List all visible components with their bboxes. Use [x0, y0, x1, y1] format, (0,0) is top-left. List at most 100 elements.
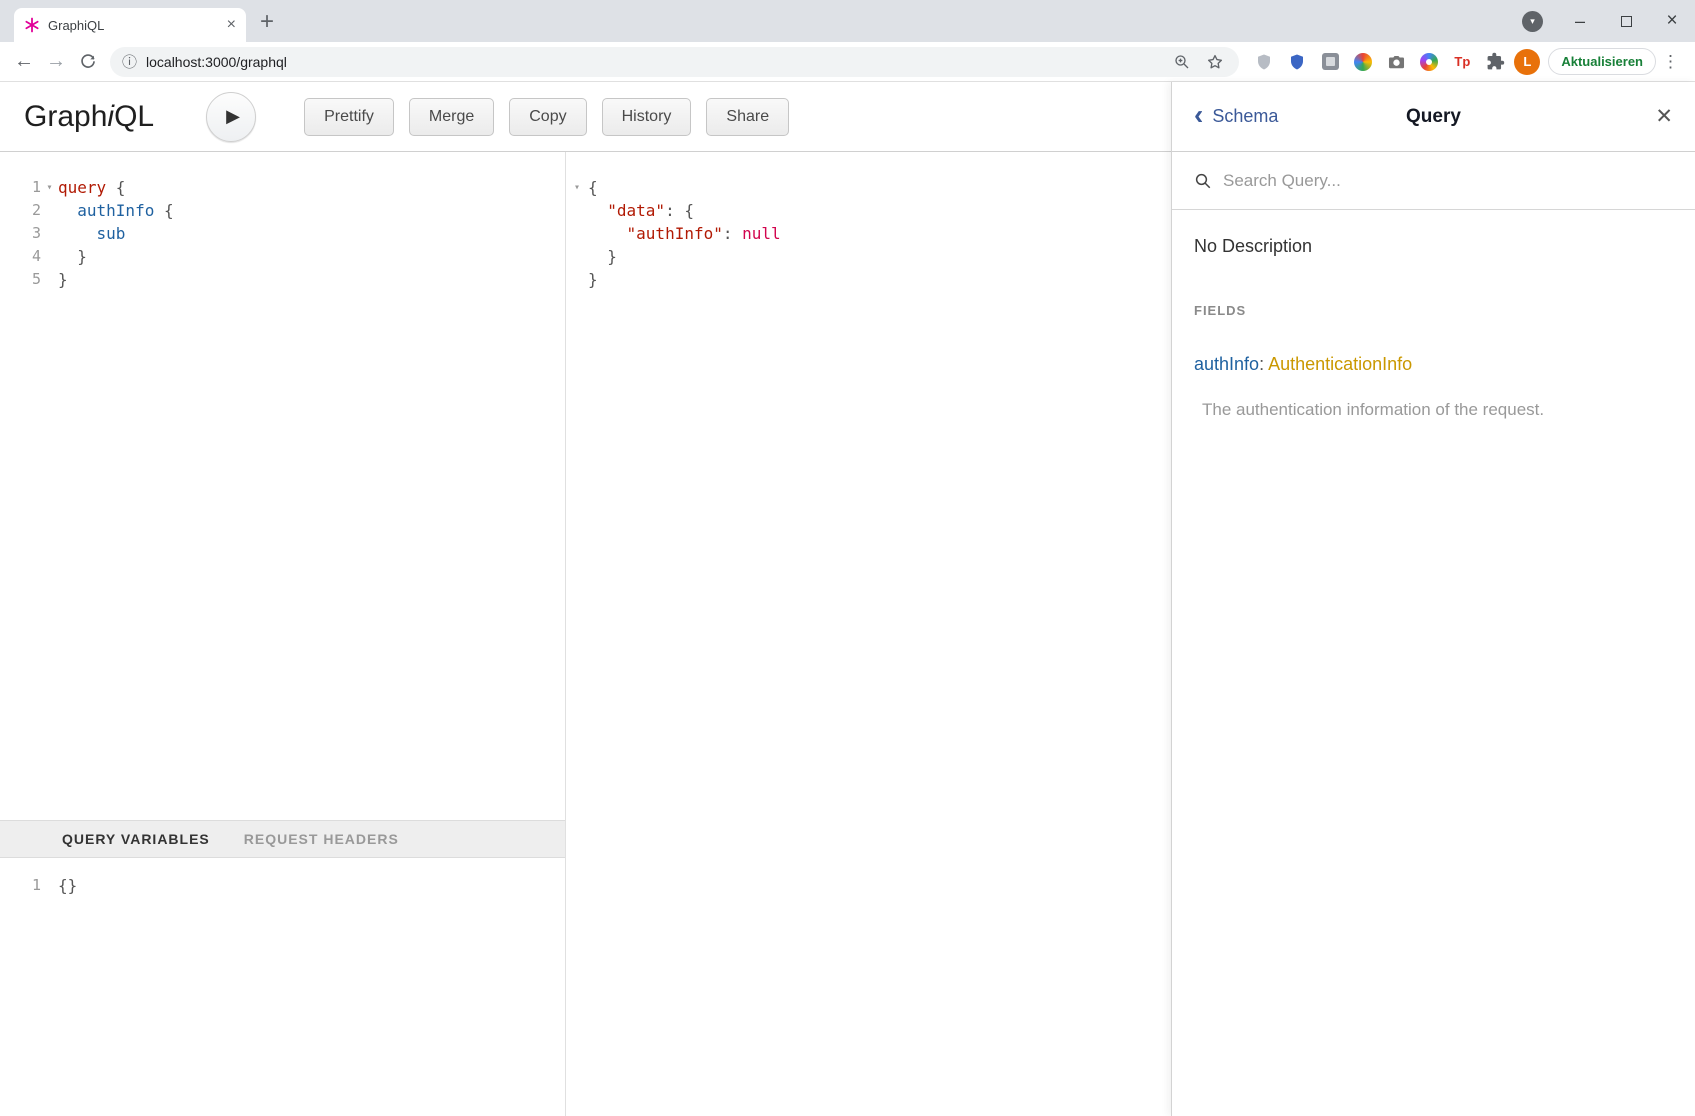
graphiql-app: GraphiQL ▶ Prettify Merge Copy History S…: [0, 82, 1695, 1116]
colorwheel-extension-icon[interactable]: [1350, 49, 1376, 75]
line-text: authInfo {: [58, 199, 174, 222]
doc-search-input[interactable]: [1223, 171, 1673, 191]
line-text: {}: [58, 874, 77, 897]
query-pane: 1▾query {2 authInfo {3 sub4 }5} QUERY VA…: [0, 152, 566, 1116]
shield-blue-extension-icon[interactable]: [1284, 49, 1310, 75]
url-input[interactable]: [146, 54, 1161, 70]
window-controls: ▾ – ×: [1522, 0, 1695, 42]
graphiql-logo: GraphiQL: [24, 100, 154, 134]
line-number: 2: [32, 199, 41, 222]
code-line: ▾{: [566, 176, 1171, 199]
tab-request-headers[interactable]: REQUEST HEADERS: [244, 831, 399, 847]
code-line[interactable]: 2 authInfo {: [0, 199, 565, 222]
forward-button[interactable]: →: [40, 46, 72, 78]
code-line[interactable]: 4 }: [0, 245, 565, 268]
fold-spacer: [566, 222, 588, 245]
address-bar[interactable]: ⓘ: [110, 47, 1239, 77]
new-tab-button[interactable]: +: [260, 10, 274, 34]
reload-button[interactable]: [72, 46, 104, 78]
field-description: The authentication information of the re…: [1194, 400, 1673, 420]
code-line: "data": {: [566, 199, 1171, 222]
doc-explorer-header: Query ‹ Schema ✕: [1172, 82, 1695, 152]
field-name-link[interactable]: authInfo: [1194, 354, 1259, 374]
line-gutter: 3: [0, 222, 58, 245]
share-button[interactable]: Share: [706, 98, 789, 136]
code-line[interactable]: 1▾query {: [0, 176, 565, 199]
browser-tab[interactable]: GraphiQL ×: [14, 8, 246, 42]
site-info-icon[interactable]: ⓘ: [122, 51, 137, 72]
line-number: 1: [32, 874, 41, 897]
doc-explorer: Query ‹ Schema ✕ No Description FIELDS a…: [1171, 82, 1695, 1116]
query-editor[interactable]: 1▾query {2 authInfo {3 sub4 }5}: [0, 152, 565, 820]
line-text: }: [58, 268, 68, 291]
extensions-puzzle-icon[interactable]: [1482, 49, 1508, 75]
close-window-button[interactable]: ×: [1649, 0, 1695, 42]
line-gutter: 1▾: [0, 176, 58, 199]
browser-menu-icon[interactable]: ⋮: [1660, 52, 1687, 72]
result-viewer: ▾{ "data": { "authInfo": null }}: [566, 152, 1171, 1116]
fold-spacer: [566, 268, 588, 291]
tab-query-variables[interactable]: QUERY VARIABLES: [62, 831, 210, 847]
code-line: "authInfo": null: [566, 222, 1171, 245]
doc-back-label: Schema: [1212, 106, 1278, 127]
code-line[interactable]: 1 {}: [0, 874, 565, 897]
doc-search-row: [1172, 152, 1695, 210]
extensions-row: Tp: [1251, 49, 1508, 75]
chevron-left-icon: ‹: [1194, 104, 1203, 126]
doc-close-icon[interactable]: ✕: [1655, 104, 1673, 129]
copy-button[interactable]: Copy: [509, 98, 586, 136]
line-gutter: 1: [0, 874, 58, 897]
line-number: 1: [32, 176, 41, 199]
fold-spacer: [566, 245, 588, 268]
browser-navbar: ← → ⓘ: [0, 42, 1695, 82]
code-line[interactable]: 3 sub: [0, 222, 565, 245]
doc-back-button[interactable]: ‹ Schema: [1194, 106, 1278, 127]
merge-button[interactable]: Merge: [409, 98, 494, 136]
play-icon: ▶: [226, 106, 240, 127]
update-browser-button[interactable]: Aktualisieren: [1548, 48, 1656, 75]
bookmark-star-icon[interactable]: [1203, 50, 1227, 74]
square-icon: [1322, 53, 1339, 70]
field-separator: :: [1259, 354, 1268, 374]
screenshot-extension-icon[interactable]: [1317, 49, 1343, 75]
type-name-link[interactable]: AuthenticationInfo: [1268, 354, 1412, 374]
code-line[interactable]: 5}: [0, 268, 565, 291]
tab-close-icon[interactable]: ×: [227, 17, 236, 33]
pinwheel-icon: [1420, 53, 1438, 71]
type-description: No Description: [1194, 236, 1673, 257]
line-text: {: [588, 176, 598, 199]
tp-extension-icon[interactable]: Tp: [1449, 49, 1475, 75]
history-button[interactable]: History: [602, 98, 692, 136]
profile-avatar[interactable]: L: [1514, 49, 1540, 75]
zoom-icon[interactable]: [1170, 50, 1194, 74]
back-button[interactable]: ←: [8, 46, 40, 78]
line-number: 3: [32, 222, 41, 245]
fold-arrow-icon[interactable]: ▾: [41, 176, 58, 199]
tab-search-icon[interactable]: ▾: [1522, 11, 1543, 32]
camera-extension-icon[interactable]: [1383, 49, 1409, 75]
doc-explorer-body: No Description FIELDS authInfo: Authenti…: [1172, 210, 1695, 446]
line-gutter: 4: [0, 245, 58, 268]
execute-button[interactable]: ▶: [206, 92, 256, 142]
line-text: sub: [58, 222, 125, 245]
graphiql-topbar: GraphiQL ▶ Prettify Merge Copy History S…: [0, 82, 1171, 152]
graphiql-main: GraphiQL ▶ Prettify Merge Copy History S…: [0, 82, 1171, 1116]
maximize-button[interactable]: [1603, 0, 1649, 42]
toolbar: Prettify Merge Copy History Share: [304, 98, 789, 136]
line-text: "authInfo": null: [588, 222, 781, 245]
line-text: }: [588, 268, 598, 291]
code-line: }: [566, 245, 1171, 268]
line-number: 5: [32, 268, 41, 291]
tp-label: Tp: [1454, 54, 1470, 69]
shield-gray-extension-icon[interactable]: [1251, 49, 1277, 75]
graphiql-favicon-icon: [24, 17, 40, 33]
prettify-button[interactable]: Prettify: [304, 98, 394, 136]
pinwheel-extension-icon[interactable]: [1416, 49, 1442, 75]
minimize-button[interactable]: –: [1557, 0, 1603, 42]
fields-section-header: FIELDS: [1194, 303, 1673, 318]
code-line: }: [566, 268, 1171, 291]
tab-title: GraphiQL: [48, 18, 219, 33]
fold-arrow-icon[interactable]: ▾: [566, 176, 588, 199]
fold-spacer: [566, 199, 588, 222]
variables-editor[interactable]: 1 {}: [0, 858, 565, 1116]
